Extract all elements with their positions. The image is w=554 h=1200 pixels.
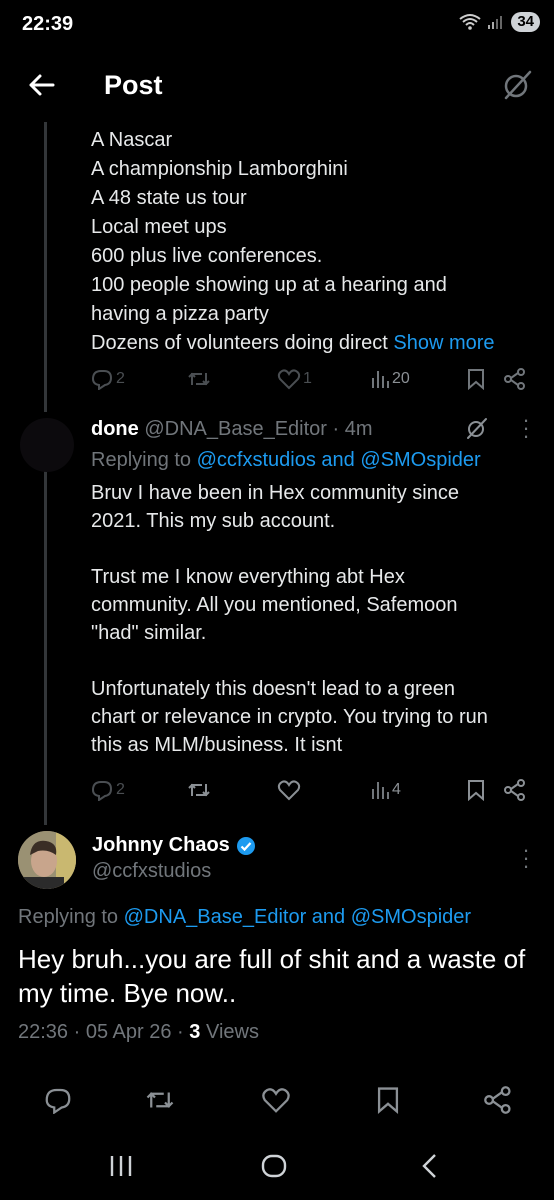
views-button[interactable]: 4 xyxy=(370,779,401,801)
bookmark-icon[interactable] xyxy=(375,1086,401,1114)
reply-avatar[interactable] xyxy=(20,418,74,472)
prev-post-line: 600 plus live conferences. xyxy=(91,245,323,267)
prev-post-line: A Nascar xyxy=(91,129,173,151)
main-post-meta: 22:36 · 05 Apr 26 · 3 Views xyxy=(18,1021,259,1044)
back-icon[interactable] xyxy=(418,1152,442,1180)
battery-level: 34 xyxy=(511,12,540,32)
replying-to-link[interactable]: @ccfxstudios and @SMOspider xyxy=(197,449,481,471)
views-icon xyxy=(372,782,389,799)
verified-badge-icon xyxy=(236,836,255,855)
more-icon[interactable]: · · · xyxy=(521,409,531,447)
prev-post-line: Dozens of volunteers doing direct xyxy=(91,332,388,354)
prev-post-line: having a pizza party xyxy=(91,303,269,325)
prev-post-line: 100 people showing up at a hearing and xyxy=(91,274,447,296)
prev-post-text: A Nascar A championship Lamborghini A 48… xyxy=(91,126,551,358)
replying-prefix: Replying to xyxy=(18,906,119,928)
views-count: 3 xyxy=(189,1021,201,1043)
post-time: 22:36 xyxy=(18,1021,69,1043)
separator: · xyxy=(177,1021,184,1043)
share-icon[interactable] xyxy=(504,368,526,390)
main-author-name[interactable]: Johnny Chaos xyxy=(92,834,230,857)
retweet-icon[interactable] xyxy=(187,779,211,801)
separator: · xyxy=(332,418,340,440)
views-count: 4 xyxy=(392,781,401,798)
like-count: 1 xyxy=(303,370,312,387)
reply-button[interactable]: 2 xyxy=(90,368,125,390)
retweet-button[interactable] xyxy=(187,368,211,390)
prev-post-actions: 2 1 20 xyxy=(90,366,530,392)
recent-apps-icon[interactable] xyxy=(108,1153,134,1179)
reply-replying-to: Replying to @ccfxstudios and @SMOspider xyxy=(91,446,481,474)
like-icon[interactable] xyxy=(277,779,301,801)
main-author-name-row: Johnny Chaos xyxy=(92,834,256,857)
wifi-icon xyxy=(459,14,481,30)
reply-body: Bruv I have been in Hex community since … xyxy=(91,482,488,756)
grok-icon[interactable] xyxy=(500,68,534,102)
system-nav-bar xyxy=(0,1140,554,1200)
prev-post-line: A 48 state us tour xyxy=(91,187,247,209)
avatar-image xyxy=(18,831,76,889)
grok-icon[interactable] xyxy=(464,415,490,441)
share-icon[interactable] xyxy=(484,1086,512,1114)
reply-count: 2 xyxy=(116,781,125,798)
status-icons: 34 xyxy=(459,12,540,32)
show-more-link[interactable]: Show more xyxy=(393,332,494,354)
thread-line xyxy=(44,470,47,825)
thread-line xyxy=(44,122,47,412)
replying-to-link[interactable]: @DNA_Base_Editor and @SMOspider xyxy=(124,906,471,928)
separator: · xyxy=(73,1021,81,1043)
main-post-text: Hey bruh...you are full of shit and a wa… xyxy=(18,944,526,1008)
views-count: 20 xyxy=(392,370,410,387)
reply-header: done @DNA_Base_Editor · 4m xyxy=(91,415,373,443)
bookmark-icon[interactable] xyxy=(466,779,486,801)
main-replying-to: Replying to @DNA_Base_Editor and @SMOspi… xyxy=(18,903,471,931)
back-arrow-icon[interactable] xyxy=(26,70,56,100)
reply-count: 2 xyxy=(116,370,125,387)
reply-icon xyxy=(91,370,113,390)
reply-author-name[interactable]: done xyxy=(91,418,139,440)
views-icon xyxy=(372,371,389,388)
prev-post-line: A championship Lamborghini xyxy=(91,158,348,180)
reply-time: 4m xyxy=(344,418,373,440)
reply-icon xyxy=(91,781,113,801)
retweet-icon xyxy=(188,372,210,386)
reply-icon[interactable] xyxy=(43,1086,73,1114)
prev-post-line: Local meet ups xyxy=(91,216,227,238)
replying-prefix: Replying to xyxy=(91,449,192,471)
like-icon xyxy=(277,369,301,390)
reply-button[interactable]: 2 xyxy=(90,779,125,801)
retweet-icon[interactable] xyxy=(145,1086,175,1114)
post-date: 05 Apr 26 xyxy=(85,1021,172,1043)
like-button[interactable]: 1 xyxy=(277,368,312,390)
page-title: Post xyxy=(104,70,163,100)
like-icon[interactable] xyxy=(261,1086,291,1114)
status-time: 22:39 xyxy=(22,13,74,35)
main-author-handle[interactable]: @ccfxstudios xyxy=(92,860,211,883)
bookmark-icon[interactable] xyxy=(466,368,486,390)
share-icon[interactable] xyxy=(504,779,526,801)
reply-author-handle[interactable]: @DNA_Base_Editor xyxy=(144,418,327,440)
signal-icon xyxy=(488,16,503,29)
avatar[interactable] xyxy=(18,831,76,889)
views-button[interactable]: 20 xyxy=(370,368,410,390)
views-label: Views xyxy=(205,1021,259,1043)
more-icon[interactable]: · · · xyxy=(521,839,531,877)
home-icon[interactable] xyxy=(260,1152,288,1180)
reply-actions: 2 4 xyxy=(90,777,530,803)
